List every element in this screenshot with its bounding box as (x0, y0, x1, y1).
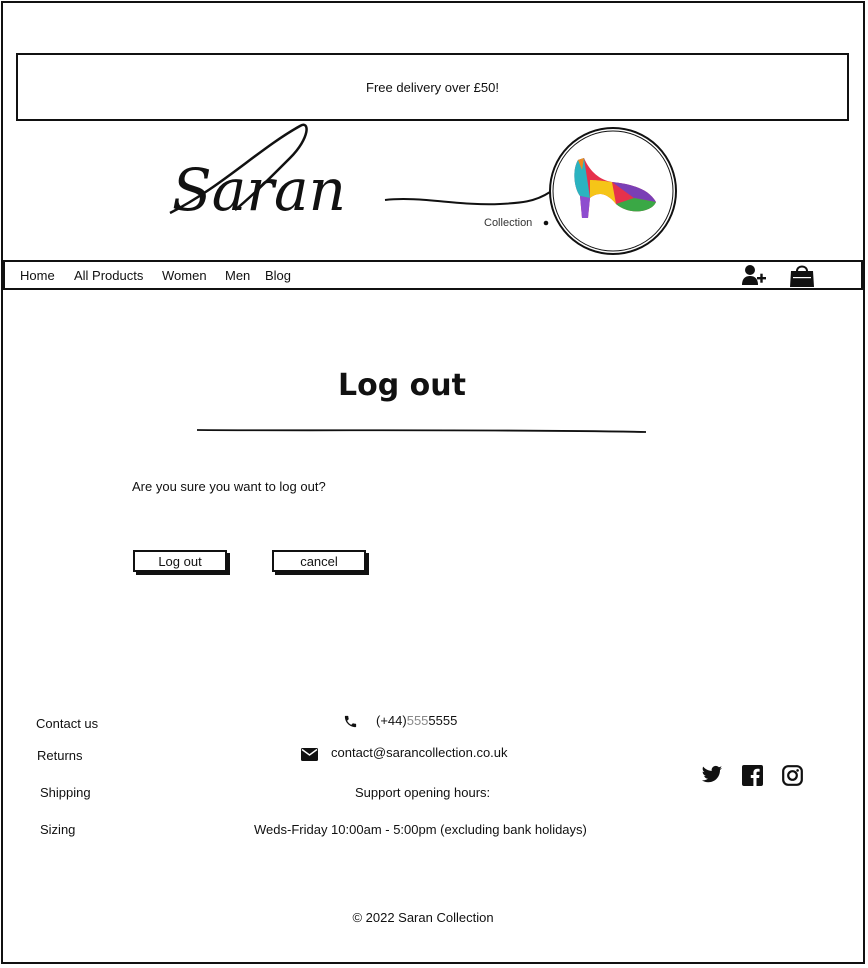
phone-suffix: 5555 (428, 713, 458, 728)
footer-link-contact-us[interactable]: Contact us (36, 716, 98, 731)
banner-text: Free delivery over £50! (366, 79, 499, 95)
page-title: Log out (338, 368, 466, 403)
copyright: © 2022 Saran Collection (352, 910, 494, 925)
saran-collection-logo[interactable]: Saran Collection (160, 118, 690, 258)
footer-link-shipping[interactable]: Shipping (40, 785, 91, 800)
shoe-icon (574, 158, 656, 218)
footer-link-returns[interactable]: Returns (37, 748, 83, 763)
nav-men[interactable]: Men (225, 268, 250, 283)
footer-link-sizing[interactable]: Sizing (40, 822, 75, 837)
title-divider (196, 429, 647, 433)
logout-button[interactable]: Log out (133, 550, 227, 572)
phone-icon (344, 715, 357, 728)
envelope-icon (301, 748, 318, 761)
support-hours-title: Support opening hours: (355, 785, 491, 800)
phone-prefix: (+44) (376, 713, 407, 728)
footer-phone[interactable]: (+44)5555555 (376, 713, 457, 728)
nav-women[interactable]: Women (162, 268, 207, 283)
twitter-icon[interactable] (701, 765, 723, 785)
footer-email[interactable]: contact@sarancollection.co.uk (331, 745, 508, 760)
nav-blog[interactable]: Blog (265, 268, 291, 283)
support-hours: Weds-Friday 10:00am - 5:00pm (excluding … (254, 822, 587, 837)
logo-subtext: Collection (484, 217, 532, 229)
instagram-icon[interactable] (782, 765, 803, 786)
cancel-button[interactable]: cancel (272, 550, 366, 572)
add-user-icon[interactable] (741, 264, 767, 286)
logout-confirmation-text: Are you sure you want to log out? (132, 479, 326, 494)
nav-home[interactable]: Home (20, 268, 55, 283)
main-nav: Home All Products Women Men Blog (3, 260, 863, 290)
nav-all-products[interactable]: All Products (74, 268, 143, 283)
shopping-bag-icon[interactable] (789, 263, 815, 288)
facebook-icon[interactable] (742, 765, 763, 786)
phone-middle: 555 (406, 713, 429, 728)
delivery-banner: Free delivery over £50! (16, 53, 849, 121)
